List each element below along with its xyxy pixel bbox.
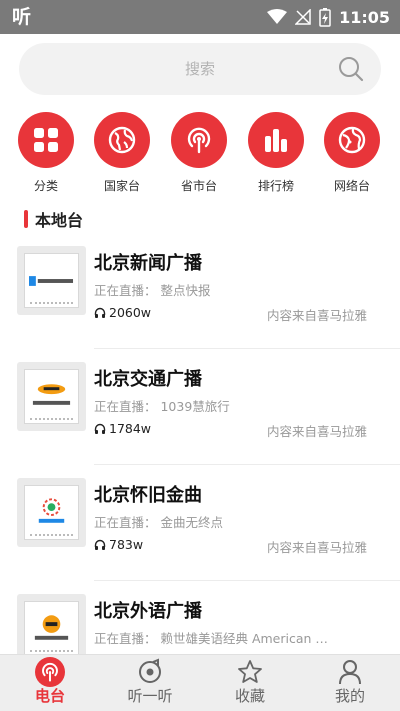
disc-icon — [139, 658, 161, 683]
bottom-tab-bar: 电台 听一听 收藏 我的 — [0, 654, 400, 711]
category-classify[interactable]: 分类 — [14, 112, 78, 194]
no-signal-icon — [295, 9, 311, 25]
listen-count: 783w — [109, 537, 144, 552]
category-national[interactable]: 国家台 — [90, 112, 154, 194]
content-source: 内容来自喜马拉雅 — [266, 424, 367, 439]
station-cover — [17, 594, 86, 663]
station-name: 北京怀旧金曲 — [94, 485, 202, 506]
category-label: 网络台 — [333, 179, 370, 193]
station-logo-icon — [29, 498, 74, 526]
station-live: 正在直播： 1039慧旅行 — [94, 399, 230, 414]
star-icon — [238, 660, 262, 683]
listen-count: 1784w — [109, 421, 152, 436]
station-cover — [17, 246, 86, 315]
headphones-icon — [94, 423, 106, 434]
content-source: 内容来自喜马拉雅 — [266, 540, 367, 555]
station-live: 正在直播： 金曲无终点 — [94, 515, 223, 530]
broadcast-icon — [187, 127, 211, 154]
tab-radio[interactable]: 电台 — [0, 655, 100, 711]
tab-favorites[interactable]: 收藏 — [200, 655, 300, 711]
section-header: 本地台 — [24, 208, 83, 230]
grid-icon — [34, 128, 58, 152]
search-input[interactable]: 搜索 — [19, 43, 381, 95]
search-placeholder: 搜索 — [184, 60, 215, 78]
station-item[interactable]: 北京交通广播 正在直播： 1039慧旅行 1784w 内容来自喜马拉雅 — [0, 349, 400, 465]
tab-label: 我的 — [334, 687, 365, 705]
station-listens: 783w — [94, 537, 143, 552]
category-label: 排行榜 — [257, 179, 294, 193]
station-item[interactable]: 北京新闻广播 正在直播： 整点快报 2060w 内容来自喜马拉雅 — [0, 233, 400, 349]
station-cover — [17, 478, 86, 547]
user-icon — [339, 660, 361, 685]
station-logo-icon — [29, 384, 74, 410]
station-live: 正在直播： 整点快报 — [94, 283, 211, 298]
category-network[interactable]: 网络台 — [320, 112, 384, 194]
station-listens: 2060w — [94, 305, 151, 320]
status-time: 11:05 — [339, 7, 390, 27]
category-province[interactable]: 省市台 — [167, 112, 231, 194]
category-label: 省市台 — [180, 179, 217, 193]
tab-listen[interactable]: 听一听 — [100, 655, 200, 711]
category-label: 分类 — [33, 179, 58, 193]
category-label: 国家台 — [103, 179, 140, 193]
battery-charging-icon — [319, 8, 331, 27]
app-notification-icon: 听 — [12, 6, 32, 28]
station-logo-icon — [29, 268, 74, 294]
search-icon[interactable] — [337, 55, 365, 83]
network-globe-icon — [338, 126, 366, 154]
globe-icon — [108, 126, 136, 154]
station-name: 北京外语广播 — [94, 601, 202, 622]
tab-label: 听一听 — [127, 687, 173, 705]
station-name: 北京交通广播 — [94, 369, 202, 390]
station-live: 正在直播： 赖世雄美语经典 American E... — [94, 631, 334, 646]
section-title: 本地台 — [35, 211, 84, 230]
station-cover — [17, 362, 86, 431]
headphones-icon — [94, 307, 106, 318]
listen-count: 2060w — [109, 305, 152, 320]
station-item[interactable]: 北京怀旧金曲 正在直播： 金曲无终点 783w 内容来自喜马拉雅 — [0, 465, 400, 581]
content-source: 内容来自喜马拉雅 — [266, 308, 367, 323]
tab-label: 收藏 — [234, 687, 265, 705]
tab-mine[interactable]: 我的 — [300, 655, 400, 711]
category-ranking[interactable]: 排行榜 — [244, 112, 308, 194]
wifi-icon — [267, 9, 288, 24]
status-icons: 11:05 — [267, 7, 390, 27]
section-accent-bar — [24, 210, 28, 228]
headphones-icon — [94, 539, 106, 550]
station-listens: 1784w — [94, 421, 151, 436]
tab-label: 电台 — [34, 687, 65, 705]
category-row: 分类 国家台 省市台 排行榜 网络台 — [0, 112, 400, 202]
bar-chart-icon — [265, 129, 287, 152]
station-name: 北京新闻广播 — [94, 253, 202, 274]
status-bar: 听 11:05 — [0, 0, 400, 34]
station-logo-icon — [29, 615, 74, 642]
radio-icon — [35, 657, 65, 687]
